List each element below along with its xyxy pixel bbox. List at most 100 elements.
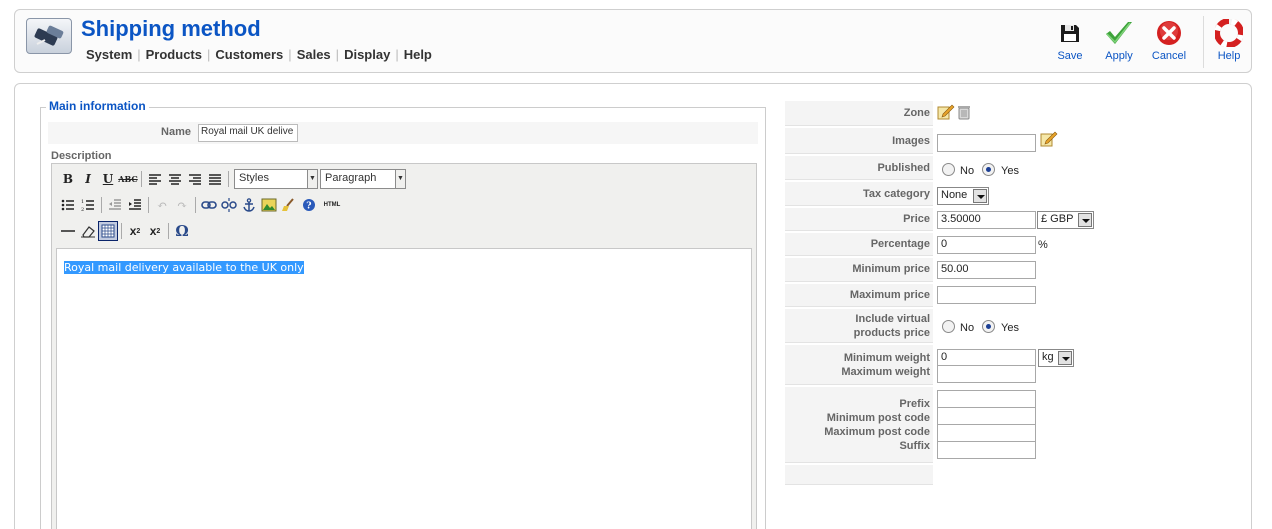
minimum-price-input[interactable]: 50.00 — [937, 261, 1036, 279]
menu-item-help[interactable]: Help — [404, 47, 432, 62]
maximum-post-code-input[interactable] — [937, 424, 1036, 442]
svg-text:2: 2 — [81, 207, 84, 212]
edit-images-icon[interactable] — [1040, 131, 1058, 147]
minimum-post-code-label: Minimum post code — [826, 412, 930, 424]
html-source-button[interactable]: HTML — [319, 195, 345, 215]
images-input[interactable] — [937, 134, 1036, 152]
weight-row: Minimum weight Maximum weight — [785, 345, 933, 385]
virtual-no-radio[interactable] — [942, 320, 955, 333]
edit-zone-icon[interactable] — [937, 104, 955, 120]
editor-toolbar-row-3: x2 x2 Ω — [58, 220, 192, 242]
align-right-button[interactable] — [185, 169, 205, 189]
suffix-input[interactable] — [937, 441, 1036, 459]
svg-text:1: 1 — [81, 199, 84, 205]
cancel-button[interactable]: Cancel — [1146, 18, 1192, 62]
weight-unit-select[interactable]: kg — [1038, 349, 1074, 367]
published-yes-label: Yes — [1001, 165, 1019, 177]
subscript-button[interactable]: x2 — [125, 221, 145, 241]
apply-button[interactable]: Apply — [1096, 18, 1142, 62]
price-input[interactable]: 3.50000 — [937, 211, 1036, 229]
menu-item-products[interactable]: Products — [146, 47, 202, 62]
numbered-list-button[interactable]: 12 — [78, 195, 98, 215]
chevron-down-icon: ▼ — [307, 170, 317, 188]
editor-content-area[interactable]: Royal mail delivery available to the UK … — [56, 248, 752, 529]
toolbar-separator — [148, 197, 149, 213]
percentage-input[interactable]: 0 — [937, 236, 1036, 254]
include-virtual-label-line-2: products price — [853, 327, 930, 339]
redo-button[interactable]: ↷ — [172, 195, 192, 215]
format-select[interactable]: Paragraph ▼ — [320, 169, 406, 189]
horizontal-rule-button[interactable] — [58, 221, 78, 241]
broom-icon — [282, 198, 294, 211]
save-label: Save — [1057, 50, 1083, 62]
insert-link-button[interactable] — [199, 195, 219, 215]
bullet-list-button[interactable] — [58, 195, 78, 215]
align-left-button[interactable] — [145, 169, 165, 189]
superscript-button[interactable]: x2 — [145, 221, 165, 241]
anchor-button[interactable] — [239, 195, 259, 215]
question-icon: ? — [303, 199, 315, 212]
align-center-button[interactable] — [165, 169, 185, 189]
published-no-radio[interactable] — [942, 163, 955, 176]
post-code-row: Prefix Minimum post code Maximum post co… — [785, 387, 933, 463]
published-label: Published — [877, 162, 930, 174]
published-yes-radio[interactable] — [982, 163, 995, 176]
strikethrough-button[interactable]: ABC — [118, 169, 138, 189]
weight-unit-value: kg — [1042, 351, 1054, 363]
remove-format-button[interactable] — [78, 221, 98, 241]
checkmark-icon — [1103, 18, 1135, 48]
suffix-label: Suffix — [899, 440, 930, 452]
styles-select[interactable]: Styles ▼ — [234, 169, 318, 189]
align-justify-button[interactable] — [205, 169, 225, 189]
maximum-post-code-label: Maximum post code — [824, 426, 930, 438]
undo-button[interactable]: ↶ — [152, 195, 172, 215]
menu-item-display[interactable]: Display — [344, 47, 390, 62]
published-no-label: No — [960, 165, 975, 177]
name-row: Name Royal mail UK delive — [48, 122, 758, 144]
maximum-weight-label: Maximum weight — [841, 366, 930, 378]
percentage-label: Percentage — [870, 238, 930, 250]
cleanup-button[interactable] — [279, 195, 299, 215]
name-label: Name — [161, 126, 191, 138]
anchor-icon — [243, 198, 255, 212]
unlink-button[interactable] — [219, 195, 239, 215]
editor-toolbar-row-2: 12 ↶ ↷ ? HTML — [58, 194, 345, 216]
save-button[interactable]: Save — [1047, 18, 1093, 62]
include-virtual-row: Include virtual products price — [785, 309, 933, 343]
shipping-method-logo-icon — [26, 18, 72, 54]
underline-button[interactable]: U — [98, 169, 118, 189]
outdent-button[interactable] — [105, 195, 125, 215]
minimum-post-code-input[interactable] — [937, 407, 1036, 425]
indent-button[interactable] — [125, 195, 145, 215]
menu-item-sales[interactable]: Sales — [297, 47, 331, 62]
minimum-price-row: Minimum price — [785, 258, 933, 282]
menu-item-system[interactable]: System — [86, 47, 132, 62]
delete-zone-icon[interactable] — [957, 104, 971, 120]
toolbar-separator — [141, 171, 142, 187]
prefix-input[interactable] — [937, 390, 1036, 408]
insert-image-button[interactable] — [259, 195, 279, 215]
name-input[interactable]: Royal mail UK delive — [198, 124, 298, 142]
menu-item-customers[interactable]: Customers — [215, 47, 283, 62]
next-row — [785, 465, 933, 485]
price-label: Price — [903, 213, 930, 225]
published-row: Published — [785, 156, 933, 180]
maximum-weight-input[interactable] — [937, 365, 1036, 383]
toolbar-separator — [168, 223, 169, 239]
help-button[interactable]: Help — [1206, 18, 1252, 62]
cancel-label: Cancel — [1151, 50, 1187, 62]
special-character-button[interactable]: Ω — [172, 221, 192, 241]
italic-button[interactable]: I — [78, 169, 98, 189]
visual-aid-button[interactable] — [98, 221, 118, 241]
bold-button[interactable]: B — [58, 169, 78, 189]
tax-category-select[interactable]: None — [937, 187, 989, 205]
editor-content-text[interactable]: Royal mail delivery available to the UK … — [64, 261, 304, 274]
virtual-yes-radio[interactable] — [982, 320, 995, 333]
maximum-price-input[interactable] — [937, 286, 1036, 304]
indent-icon — [129, 199, 141, 210]
tax-category-row: Tax category — [785, 182, 933, 206]
help-editor-button[interactable]: ? — [299, 195, 319, 215]
tax-category-value: None — [941, 189, 968, 201]
currency-select[interactable]: £ GBP — [1037, 211, 1094, 229]
align-justify-icon — [209, 174, 221, 185]
